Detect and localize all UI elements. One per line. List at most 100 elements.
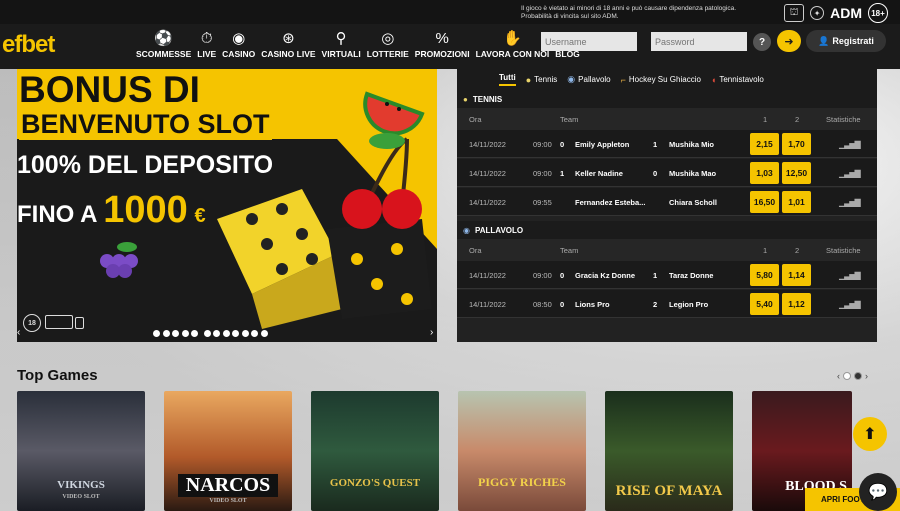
match-row[interactable]: 14/11/2022 08:50 0 Lions Pro 2 Legion Pro 5,40… (457, 290, 877, 318)
banner-dot[interactable] (191, 330, 198, 337)
column-time: Ora (469, 246, 482, 255)
banner-slot-art (217, 91, 432, 329)
odds-button-2[interactable]: 1,01 (782, 191, 811, 213)
nav-item-casino[interactable]: ◉ CASINO (219, 24, 258, 69)
tab-tennis[interactable]: ● Tennis (526, 75, 558, 85)
banner-dot[interactable] (260, 330, 268, 337)
carousel-next-icon[interactable]: › (865, 371, 868, 381)
match-row[interactable]: 14/11/2022 09:00 0 Gracia Kz Donne 1 Taraz Do… (457, 261, 877, 289)
statistics-icon[interactable]: ▁▃▅▇ (839, 198, 861, 207)
match-s1: 0 (560, 140, 565, 149)
odds-button-1[interactable]: 16,50 (750, 191, 779, 213)
tab-pallavolo[interactable]: ◉ Pallavolo (567, 74, 610, 85)
watermelon-icon (363, 91, 425, 136)
tab-hockey-su-ghiaccio[interactable]: ⌐ Hockey Su Ghiaccio (621, 75, 701, 85)
match-s2: 2 (653, 300, 658, 309)
tab-label: Pallavolo (578, 75, 611, 84)
nav-item-label: VIRTUALI (321, 49, 361, 59)
carousel-prev-icon[interactable]: ‹ (837, 371, 840, 381)
game-title: GONZO'S QUEST (329, 477, 421, 489)
help-button[interactable]: ? (753, 33, 771, 51)
chat-bubble-button[interactable]: 💬 (859, 473, 897, 511)
banner-dot[interactable] (222, 330, 230, 337)
soccer-ball-icon: ⚽ (154, 30, 173, 47)
match-row[interactable]: 14/11/2022 09:00 1 Keller Nadine 0 Mushika Ma… (457, 159, 877, 187)
odds-button-1[interactable]: 5,80 (750, 264, 779, 286)
password-input[interactable] (651, 32, 747, 51)
banner-dot[interactable] (153, 330, 160, 337)
live-odds-panel: Tutti ● Tennis ◉ Pallavolo ⌐ Hockey Su Ghiacci… (457, 69, 877, 342)
banner-dot[interactable] (241, 330, 249, 337)
scroll-to-top-button[interactable]: ⬆ (853, 417, 887, 451)
odds-button-1[interactable]: 1,03 (750, 162, 779, 184)
game-tile-rise-of-maya[interactable]: RISE OF MAYA (605, 391, 733, 511)
game-tile-gonzo-s-quest[interactable]: GONZO'S QUEST (311, 391, 439, 511)
carousel-dot-active[interactable] (854, 372, 862, 380)
banner-dot[interactable] (181, 330, 189, 337)
match-date: 14/11/2022 (469, 300, 506, 309)
tab-tutti[interactable]: Tutti (499, 73, 516, 86)
register-button[interactable]: 👤 Registrati (806, 30, 886, 52)
match-team1: Emily Appleton (575, 140, 630, 149)
warning-line-1: Il gioco è vietato ai minori di 18 anni … (521, 5, 737, 12)
match-s2: 1 (653, 140, 658, 149)
match-s2: 1 (653, 271, 658, 280)
banner-dot[interactable] (232, 330, 239, 337)
column-one: 1 (763, 246, 768, 255)
statistics-icon[interactable]: ▁▃▅▇ (839, 271, 861, 280)
nav-item-virtuali[interactable]: ⚲ VIRTUALI (319, 24, 364, 69)
nav-item-scommesse[interactable]: ⚽ SCOMMESSE (133, 24, 194, 69)
statistics-icon[interactable]: ▁▃▅▇ (839, 300, 861, 309)
sport-tabs: Tutti ● Tennis ◉ Pallavolo ⌐ Hockey Su Ghiacci… (457, 69, 877, 90)
login-button[interactable]: ➜ (777, 30, 801, 52)
nav-item-casino-live[interactable]: ⊛ CASINO LIVE (258, 24, 318, 69)
game-tile-narcos[interactable]: NARCOS VIDEO SLOT (164, 391, 292, 511)
column-team: Team (560, 115, 579, 124)
nav-item-label: CASINO (222, 49, 256, 59)
match-row[interactable]: 14/11/2022 09:00 0 Emily Appleton 1 Mushika M… (457, 130, 877, 158)
statistics-icon[interactable]: ▁▃▅▇ (839, 169, 861, 178)
register-label: Registrati (832, 36, 874, 46)
tab-label: Tutti (499, 73, 516, 82)
banner-dot[interactable] (172, 330, 179, 337)
odds-button-1[interactable]: 2,15 (750, 133, 779, 155)
nav-item-label: LIVE (197, 49, 217, 59)
odds-button-2[interactable]: 1,14 (782, 264, 811, 286)
banner-dot[interactable] (251, 330, 258, 337)
match-time: 08:50 (533, 300, 552, 309)
match-team2: Legion Pro (669, 300, 709, 309)
nav-item-promozioni[interactable]: % PROMOZIONI (412, 24, 473, 69)
tab-tennistavolo[interactable]: ◖ Tennistavolo (711, 75, 764, 85)
odds-button-2[interactable]: 12,50 (782, 162, 811, 184)
banner-dot[interactable] (213, 330, 220, 337)
cherries-icon (342, 133, 422, 229)
carousel-dot[interactable] (843, 372, 851, 380)
match-team2: Chiara Scholl (669, 198, 717, 207)
match-team2: Mushika Mao (669, 169, 717, 178)
match-team1: Lions Pro (575, 300, 610, 309)
nav-item-live[interactable]: ⏱ LIVE (194, 24, 219, 69)
odds-button-2[interactable]: 1,12 (782, 293, 811, 315)
odds-button-2[interactable]: 1,70 (782, 133, 811, 155)
column-two: 2 (795, 246, 800, 255)
banner-prev-icon[interactable]: ‹ (17, 327, 20, 338)
roulette-icon: ⊛ (282, 30, 295, 47)
promo-banner[interactable]: BONUS DI BENVENUTO SLOT 100% DEL DEPOSIT… (17, 69, 437, 342)
nav-item-label: CASINO LIVE (261, 49, 316, 59)
age-limit-badge: 18+ (868, 3, 888, 23)
banner-dot[interactable] (162, 330, 170, 337)
banner-dot[interactable] (203, 330, 211, 337)
efbet-logo[interactable]: efbet (2, 31, 55, 59)
username-input[interactable] (541, 32, 637, 51)
statistics-icon[interactable]: ▁▃▅▇ (839, 140, 861, 149)
nav-item-lotterie[interactable]: ◎ LOTTERIE (364, 24, 412, 69)
banner-next-icon[interactable]: › (430, 327, 433, 338)
top-warning-strip: Il gioco è vietato ai minori di 18 anni … (0, 0, 900, 24)
age-18-icon: 18 (23, 314, 41, 332)
game-tile-piggy-riches[interactable]: PIGGY RICHES (458, 391, 586, 511)
column-one: 1 (763, 115, 768, 124)
match-row[interactable]: 14/11/2022 09:55 Fernandez Esteba... Chiara… (457, 188, 877, 216)
match-time: 09:00 (533, 271, 552, 280)
game-tile-vikings[interactable]: VIKINGS VIDEO SLOT (17, 391, 145, 511)
odds-button-1[interactable]: 5,40 (750, 293, 779, 315)
